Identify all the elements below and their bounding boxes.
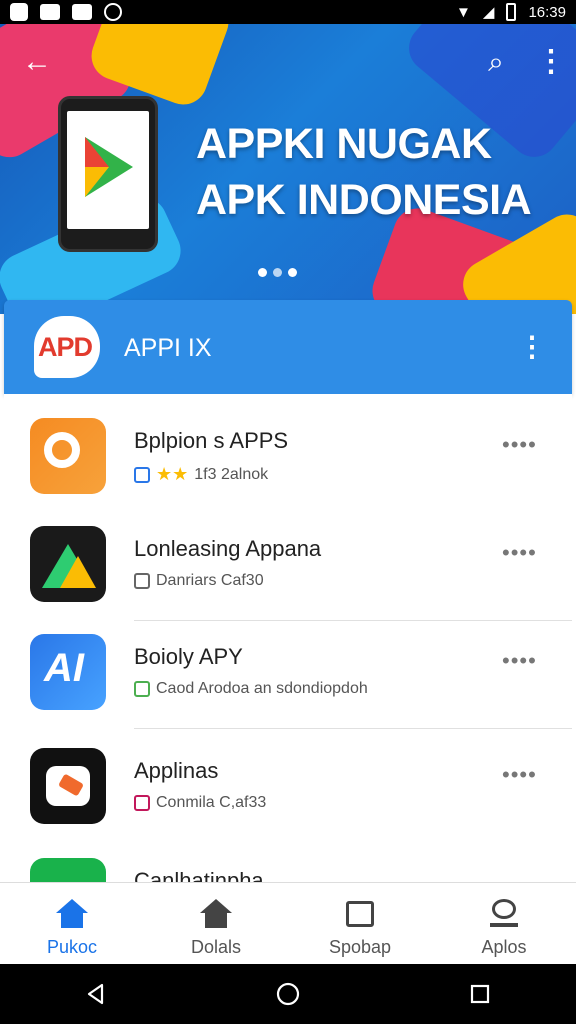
app-meta: ★★ 1f3 2alnok <box>134 464 268 485</box>
notification-icon <box>10 3 28 21</box>
phone-illustration <box>58 96 158 252</box>
promo-banner[interactable]: ← ⌕ ⋮ APPKI NUGAK APK INDONESIA <box>0 24 576 314</box>
app-logo: APD <box>34 316 100 378</box>
tab-home[interactable]: Pukoc <box>0 883 144 964</box>
carousel-dot[interactable] <box>258 268 267 277</box>
status-left-icons <box>10 3 122 21</box>
signal-icon: ◢ <box>482 4 495 21</box>
badge-icon <box>134 795 150 811</box>
badge-icon <box>134 466 150 483</box>
tab-label: Pukoc <box>46 937 98 957</box>
bottom-navigation: Pukoc Dolals Spobap Aplos <box>0 882 576 964</box>
chat-icon <box>344 899 376 929</box>
app-icon-2 <box>30 526 106 602</box>
app-name: Applinas <box>134 758 219 783</box>
headline-line-1: APPKI NUGAK <box>196 120 492 168</box>
back-nav-icon[interactable] <box>66 974 126 1014</box>
building-icon <box>200 899 232 929</box>
app-name: Lonleasing Appana <box>134 536 322 561</box>
search-icon[interactable]: ⌕ <box>476 42 516 82</box>
app-logo-text: APD <box>38 332 93 362</box>
carousel-dot[interactable] <box>288 268 297 277</box>
back-arrow-icon[interactable]: ← <box>22 42 62 82</box>
app-meta: Caod Arodoa an sdondiopdoh <box>134 680 368 698</box>
mail-icon <box>72 4 92 20</box>
carousel-dot[interactable] <box>273 268 282 277</box>
app-icon-4 <box>30 748 106 824</box>
list-item[interactable]: AI Boioly APY Caod Arodoa an sdondiopdoh… <box>4 610 572 718</box>
more-horiz-icon[interactable]: •••• <box>502 432 537 458</box>
app-name: Canlhatinpha <box>134 868 264 882</box>
app-header: APD APPI IX ⋮ <box>4 300 572 394</box>
headline-line-2: APK INDONESIA <box>196 176 532 224</box>
star-icon: ★★ <box>156 464 189 484</box>
app-title: APPI IX <box>124 334 212 362</box>
more-horiz-icon[interactable]: •••• <box>502 648 537 674</box>
list-item[interactable]: Lonleasing Appana Danriars Caf30 •••• <box>4 502 572 610</box>
app-subtitle: Caod Arodoa an sdondiopdoh <box>156 680 368 697</box>
app-subtitle: 1f3 2alnok <box>194 465 269 483</box>
banner-headline: APPKI NUGAK APK INDONESIA <box>196 116 546 228</box>
list-item[interactable]: Canlhatinpha <box>4 834 572 882</box>
carousel-dots[interactable] <box>258 268 297 277</box>
tab-label: Spobap <box>328 937 392 957</box>
app-name: Boioly APY <box>134 644 243 669</box>
battery-icon <box>506 3 517 21</box>
image-icon <box>40 4 60 20</box>
status-bar: ▼ ◢ 16:39 <box>0 0 576 24</box>
app-icon-5 <box>30 858 106 882</box>
app-subtitle: Conmila C,af33 <box>156 794 267 811</box>
recents-nav-icon[interactable] <box>450 974 510 1014</box>
app-more-icon[interactable]: ⋮ <box>518 330 546 364</box>
settings-icon <box>104 3 122 21</box>
tab-label: Aplos <box>481 937 527 957</box>
list-item[interactable]: Bplpion s APPS ★★ 1f3 2alnok •••• <box>4 394 572 502</box>
tab-aplos[interactable]: Aplos <box>432 883 576 964</box>
tab-dolals[interactable]: Dolals <box>144 883 288 964</box>
app-icon-1 <box>30 418 106 494</box>
list-item[interactable]: Applinas Conmila C,af33 •••• <box>4 724 572 832</box>
tab-spobap[interactable]: Spobap <box>288 883 432 964</box>
home-icon <box>56 899 88 929</box>
more-vert-icon[interactable]: ⋮ <box>536 44 566 84</box>
app-meta: Danriars Caf30 <box>134 572 264 590</box>
more-horiz-icon[interactable]: •••• <box>502 762 537 788</box>
status-right-icons: ▼ ◢ 16:39 <box>456 3 566 21</box>
person-icon <box>488 899 520 929</box>
app-list: Bplpion s APPS ★★ 1f3 2alnok •••• Lonlea… <box>4 394 572 882</box>
home-nav-icon[interactable] <box>258 974 318 1014</box>
more-horiz-icon[interactable]: •••• <box>502 540 537 566</box>
status-time: 16:39 <box>528 3 566 21</box>
app-name: Bplpion s APPS <box>134 428 289 453</box>
tab-label: Dolals <box>190 937 242 957</box>
badge-icon <box>134 573 150 589</box>
badge-icon <box>134 681 150 697</box>
system-navigation-bar <box>0 964 576 1024</box>
wifi-icon: ▼ <box>456 3 471 21</box>
phone-screen <box>67 111 149 229</box>
app-subtitle: Danriars Caf30 <box>156 572 264 589</box>
app-icon-3: AI <box>30 634 106 710</box>
app-meta: Conmila C,af33 <box>134 794 266 812</box>
